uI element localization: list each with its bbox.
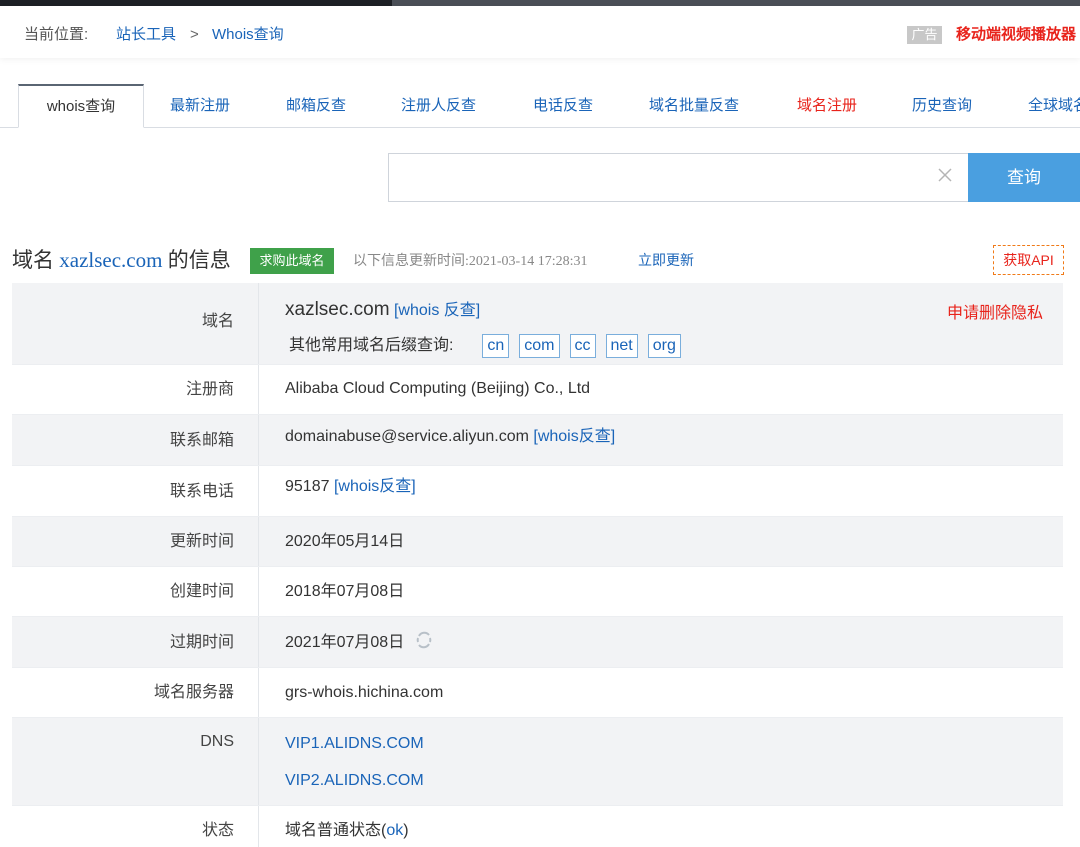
suffix-net[interactable]: net bbox=[605, 334, 638, 358]
row-key: 域名 bbox=[12, 283, 259, 364]
clear-icon[interactable] bbox=[936, 166, 954, 184]
update-time-label: 以下信息更新时间:2021-03-14 17:28:31 bbox=[353, 254, 588, 269]
info-title-domain: xazlsec.com bbox=[59, 248, 163, 272]
tab-batch-reverse[interactable]: 域名批量反查 bbox=[649, 84, 739, 128]
search-input[interactable] bbox=[388, 153, 969, 202]
row-expires: 过期时间 2021年07月08日 bbox=[12, 617, 1063, 668]
tab-latest-registered[interactable]: 最新注册 bbox=[170, 84, 230, 128]
row-dns: DNS VIP1.ALIDNS.COM VIP2.ALIDNS.COM bbox=[12, 718, 1063, 806]
info-title-prefix: 域名 bbox=[12, 248, 54, 272]
row-phone: 联系电话 95187 [whois反查] bbox=[12, 466, 1063, 517]
row-email: 联系邮箱 domainabuse@service.aliyun.com [who… bbox=[12, 415, 1063, 466]
suffix-cn[interactable]: cn bbox=[482, 334, 510, 358]
suffix-org[interactable]: org bbox=[647, 334, 681, 358]
row-domain: 域名 xazlsec.com [whois 反查] 其他常用域名后缀查询: cn… bbox=[12, 283, 1063, 365]
status-text: 域名普通状态( bbox=[285, 822, 387, 839]
email-whois-reverse-link[interactable]: [whois反查] bbox=[533, 428, 615, 445]
remove-privacy-link[interactable]: 申请删除隐私 bbox=[947, 299, 1043, 323]
suffix-query-row: 其他常用域名后缀查询: cn com cc net org bbox=[289, 333, 691, 359]
breadcrumb-prefix: 当前位置: bbox=[24, 26, 89, 43]
registrar-value: Alibaba Cloud Computing (Beijing) Co., L… bbox=[285, 380, 591, 397]
row-key: 联系邮箱 bbox=[12, 415, 259, 465]
tab-history[interactable]: 历史查询 bbox=[912, 84, 972, 128]
row-key: 状态 bbox=[12, 806, 259, 847]
tab-bar: whois查询 最新注册 邮箱反查 注册人反查 电话反查 域名批量反查 域名注册… bbox=[0, 84, 1080, 128]
created-value: 2018年07月08日 bbox=[285, 583, 405, 600]
row-value: 95187 [whois反查] bbox=[285, 476, 416, 498]
suffix-query-label: 其他常用域名后缀查询: bbox=[289, 337, 454, 354]
row-name-server: 域名服务器 grs-whois.hichina.com bbox=[12, 668, 1063, 718]
breadcrumb-separator: > bbox=[190, 26, 199, 43]
get-api-button[interactable]: 获取API bbox=[993, 245, 1064, 275]
status-close: ) bbox=[403, 822, 409, 839]
domain-value: xazlsec.com bbox=[285, 299, 390, 320]
row-key: 过期时间 bbox=[12, 617, 259, 667]
domain-whois-reverse-link[interactable]: [whois 反查] bbox=[394, 302, 480, 319]
suffix-cc[interactable]: cc bbox=[569, 334, 596, 358]
row-key: DNS bbox=[12, 718, 259, 805]
search-button[interactable]: 查询 bbox=[968, 153, 1080, 202]
expires-value: 2021年07月08日 bbox=[285, 634, 405, 651]
email-value: domainabuse@service.aliyun.com bbox=[285, 428, 529, 445]
phone-value: 95187 bbox=[285, 478, 330, 495]
row-value: domainabuse@service.aliyun.com [whois反查] bbox=[285, 426, 615, 448]
row-registrar: 注册商 Alibaba Cloud Computing (Beijing) Co… bbox=[12, 365, 1063, 415]
dns-value-1: VIP1.ALIDNS.COM bbox=[285, 733, 424, 755]
ad-link[interactable]: 移动端视频播放器 bbox=[956, 25, 1076, 45]
dns-link[interactable]: VIP1.ALIDNS.COM bbox=[285, 735, 424, 752]
row-value: 2021年07月08日 bbox=[285, 631, 433, 654]
phone-whois-reverse-link[interactable]: [whois反查] bbox=[334, 478, 416, 495]
info-title-suffix: 的信息 bbox=[167, 248, 231, 272]
tab-registrant-reverse[interactable]: 注册人反查 bbox=[401, 84, 476, 128]
row-value: xazlsec.com [whois 反查] bbox=[285, 298, 480, 323]
tab-email-reverse[interactable]: 邮箱反查 bbox=[286, 84, 346, 128]
dns-value-2: VIP2.ALIDNS.COM bbox=[285, 770, 424, 792]
info-title: 域名 xazlsec.com 的信息 bbox=[12, 246, 231, 274]
refresh-now-link[interactable]: 立即更新 bbox=[638, 252, 694, 272]
row-status: 状态 域名普通状态(ok) bbox=[12, 806, 1063, 847]
tab-whois[interactable]: whois查询 bbox=[18, 84, 144, 128]
row-updated: 更新时间 2020年05月14日 bbox=[12, 517, 1063, 567]
breadcrumb-bar: 当前位置: 站长工具 > Whois查询 广告 移动端视频播放器 bbox=[0, 6, 1080, 58]
updated-value: 2020年05月14日 bbox=[285, 533, 405, 550]
row-key: 联系电话 bbox=[12, 466, 259, 516]
dns-link[interactable]: VIP2.ALIDNS.COM bbox=[285, 772, 424, 789]
row-value: 域名普通状态(ok) bbox=[285, 820, 409, 842]
row-key: 创建时间 bbox=[12, 567, 259, 616]
refresh-icon[interactable] bbox=[415, 631, 433, 649]
name-server-value: grs-whois.hichina.com bbox=[285, 684, 444, 701]
row-key: 注册商 bbox=[12, 365, 259, 414]
suffix-com[interactable]: com bbox=[519, 334, 560, 358]
row-key: 域名服务器 bbox=[12, 668, 259, 717]
breadcrumb-link-whois[interactable]: Whois查询 bbox=[212, 25, 284, 45]
buy-domain-badge[interactable]: 求购此域名 bbox=[250, 248, 334, 274]
tab-global-domain[interactable]: 全球域名 bbox=[1028, 84, 1080, 128]
ad-badge: 广告 bbox=[907, 26, 942, 44]
status-code-link[interactable]: ok bbox=[386, 822, 403, 839]
row-created: 创建时间 2018年07月08日 bbox=[12, 567, 1063, 617]
breadcrumb-link-tools[interactable]: 站长工具 bbox=[116, 25, 176, 45]
row-key: 更新时间 bbox=[12, 517, 259, 566]
tab-phone-reverse[interactable]: 电话反查 bbox=[533, 84, 593, 128]
tab-domain-register[interactable]: 域名注册 bbox=[797, 84, 857, 128]
